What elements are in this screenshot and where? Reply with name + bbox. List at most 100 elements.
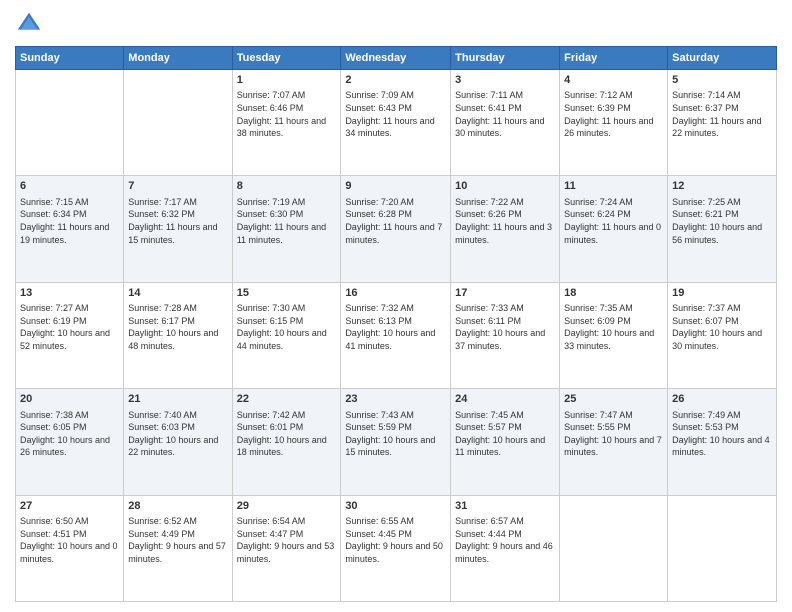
day-number: 8 [237,179,337,194]
calendar-cell: 30Sunrise: 6:55 AM Sunset: 4:45 PM Dayli… [341,495,451,601]
calendar-cell: 5Sunrise: 7:14 AM Sunset: 6:37 PM Daylig… [668,70,777,176]
calendar-cell: 26 Sunrise: 7:49 AM Sunset: 5:53 PM Dayli… [668,389,777,495]
calendar-cell: 4Sunrise: 7:12 AM Sunset: 6:39 PM Daylig… [560,70,668,176]
day-number: 13 [20,286,119,301]
calendar-week-row: 20 Sunrise: 7:38 AM Sunset: 6:05 PM Dayli… [16,389,777,495]
day-number: 1 [237,73,337,88]
day-of-week-header: Saturday [668,47,777,70]
day-info: Sunrise: 7:28 AM Sunset: 6:17 PM Dayligh… [128,302,227,352]
day-info: Sunrise: 6:57 AM Sunset: 4:44 PM Dayligh… [455,515,555,565]
day-info: Sunrise: 7:37 AM Sunset: 6:07 PM Dayligh… [672,302,772,352]
day-number: 20 [20,392,119,407]
day-of-week-header: Tuesday [232,47,341,70]
day-number: 6 [20,179,119,194]
day-info: Sunrise: 7:30 AM Sunset: 6:15 PM Dayligh… [237,302,337,352]
calendar-cell: 14Sunrise: 7:28 AM Sunset: 6:17 PM Dayli… [124,282,232,388]
calendar-cell: 18Sunrise: 7:35 AM Sunset: 6:09 PM Dayli… [560,282,668,388]
calendar-cell: 8 Sunrise: 7:19 AM Sunset: 6:30 PM Daylig… [232,176,341,282]
day-number: 11 [564,179,663,194]
calendar-cell [668,495,777,601]
day-number: 31 [455,499,555,514]
day-number: 15 [237,286,337,301]
day-info: Sunrise: 7:42 AM Sunset: 6:01 PM Dayligh… [237,409,337,459]
day-info: Sunrise: 7:09 AM Sunset: 6:43 PM Dayligh… [345,89,446,139]
day-number: 26 [672,392,772,407]
calendar-week-row: 13Sunrise: 7:27 AM Sunset: 6:19 PM Dayli… [16,282,777,388]
day-info: Sunrise: 7:49 AM Sunset: 5:53 PM Dayligh… [672,409,772,459]
calendar-cell: 11 Sunrise: 7:24 AM Sunset: 6:24 PM Dayli… [560,176,668,282]
calendar-cell: 9 Sunrise: 7:20 AM Sunset: 6:28 PM Daylig… [341,176,451,282]
day-number: 9 [345,179,446,194]
day-number: 29 [237,499,337,514]
day-info: Sunrise: 7:35 AM Sunset: 6:09 PM Dayligh… [564,302,663,352]
day-info: Sunrise: 7:12 AM Sunset: 6:39 PM Dayligh… [564,89,663,139]
day-info: Sunrise: 7:19 AM Sunset: 6:30 PM Dayligh… [237,196,337,246]
day-of-week-header: Friday [560,47,668,70]
day-info: Sunrise: 7:25 AM Sunset: 6:21 PM Dayligh… [672,196,772,246]
header [15,10,777,38]
calendar-week-row: 27Sunrise: 6:50 AM Sunset: 4:51 PM Dayli… [16,495,777,601]
day-info: Sunrise: 7:24 AM Sunset: 6:24 PM Dayligh… [564,196,663,246]
day-number: 18 [564,286,663,301]
calendar-week-row: 6 Sunrise: 7:15 AM Sunset: 6:34 PM Daylig… [16,176,777,282]
day-number: 25 [564,392,663,407]
day-info: Sunrise: 7:33 AM Sunset: 6:11 PM Dayligh… [455,302,555,352]
calendar-cell: 27Sunrise: 6:50 AM Sunset: 4:51 PM Dayli… [16,495,124,601]
day-info: Sunrise: 7:32 AM Sunset: 6:13 PM Dayligh… [345,302,446,352]
day-info: Sunrise: 7:07 AM Sunset: 6:46 PM Dayligh… [237,89,337,139]
day-info: Sunrise: 6:52 AM Sunset: 4:49 PM Dayligh… [128,515,227,565]
calendar-cell: 29Sunrise: 6:54 AM Sunset: 4:47 PM Dayli… [232,495,341,601]
calendar-cell: 7 Sunrise: 7:17 AM Sunset: 6:32 PM Daylig… [124,176,232,282]
day-info: Sunrise: 6:50 AM Sunset: 4:51 PM Dayligh… [20,515,119,565]
day-number: 3 [455,73,555,88]
day-info: Sunrise: 7:11 AM Sunset: 6:41 PM Dayligh… [455,89,555,139]
calendar-table: SundayMondayTuesdayWednesdayThursdayFrid… [15,46,777,602]
day-info: Sunrise: 6:55 AM Sunset: 4:45 PM Dayligh… [345,515,446,565]
day-number: 28 [128,499,227,514]
calendar-cell [560,495,668,601]
day-info: Sunrise: 7:40 AM Sunset: 6:03 PM Dayligh… [128,409,227,459]
day-info: Sunrise: 7:17 AM Sunset: 6:32 PM Dayligh… [128,196,227,246]
day-info: Sunrise: 7:45 AM Sunset: 5:57 PM Dayligh… [455,409,555,459]
day-number: 30 [345,499,446,514]
calendar-cell: 17Sunrise: 7:33 AM Sunset: 6:11 PM Dayli… [451,282,560,388]
day-number: 21 [128,392,227,407]
day-number: 12 [672,179,772,194]
day-number: 16 [345,286,446,301]
calendar-cell: 28Sunrise: 6:52 AM Sunset: 4:49 PM Dayli… [124,495,232,601]
day-number: 10 [455,179,555,194]
calendar-cell: 16Sunrise: 7:32 AM Sunset: 6:13 PM Dayli… [341,282,451,388]
calendar-cell: 10 Sunrise: 7:22 AM Sunset: 6:26 PM Dayli… [451,176,560,282]
calendar-week-row: 1Sunrise: 7:07 AM Sunset: 6:46 PM Daylig… [16,70,777,176]
day-number: 19 [672,286,772,301]
calendar-cell: 25 Sunrise: 7:47 AM Sunset: 5:55 PM Dayli… [560,389,668,495]
calendar-header-row: SundayMondayTuesdayWednesdayThursdayFrid… [16,47,777,70]
logo-icon [15,10,43,38]
logo [15,10,47,38]
day-of-week-header: Monday [124,47,232,70]
calendar-cell: 20 Sunrise: 7:38 AM Sunset: 6:05 PM Dayli… [16,389,124,495]
day-of-week-header: Sunday [16,47,124,70]
day-number: 14 [128,286,227,301]
day-number: 27 [20,499,119,514]
calendar-cell: 13Sunrise: 7:27 AM Sunset: 6:19 PM Dayli… [16,282,124,388]
calendar-cell: 1Sunrise: 7:07 AM Sunset: 6:46 PM Daylig… [232,70,341,176]
day-info: Sunrise: 7:47 AM Sunset: 5:55 PM Dayligh… [564,409,663,459]
day-info: Sunrise: 7:15 AM Sunset: 6:34 PM Dayligh… [20,196,119,246]
day-number: 24 [455,392,555,407]
calendar-cell [16,70,124,176]
calendar-cell: 22Sunrise: 7:42 AM Sunset: 6:01 PM Dayli… [232,389,341,495]
calendar-cell: 2Sunrise: 7:09 AM Sunset: 6:43 PM Daylig… [341,70,451,176]
calendar-cell: 31Sunrise: 6:57 AM Sunset: 4:44 PM Dayli… [451,495,560,601]
day-info: Sunrise: 7:38 AM Sunset: 6:05 PM Dayligh… [20,409,119,459]
day-of-week-header: Thursday [451,47,560,70]
day-info: Sunrise: 7:22 AM Sunset: 6:26 PM Dayligh… [455,196,555,246]
calendar-cell: 24 Sunrise: 7:45 AM Sunset: 5:57 PM Dayli… [451,389,560,495]
calendar-cell: 23Sunrise: 7:43 AM Sunset: 5:59 PM Dayli… [341,389,451,495]
calendar-cell [124,70,232,176]
day-info: Sunrise: 7:14 AM Sunset: 6:37 PM Dayligh… [672,89,772,139]
day-info: Sunrise: 7:20 AM Sunset: 6:28 PM Dayligh… [345,196,446,246]
day-number: 7 [128,179,227,194]
calendar-cell: 19Sunrise: 7:37 AM Sunset: 6:07 PM Dayli… [668,282,777,388]
page: SundayMondayTuesdayWednesdayThursdayFrid… [0,0,792,612]
